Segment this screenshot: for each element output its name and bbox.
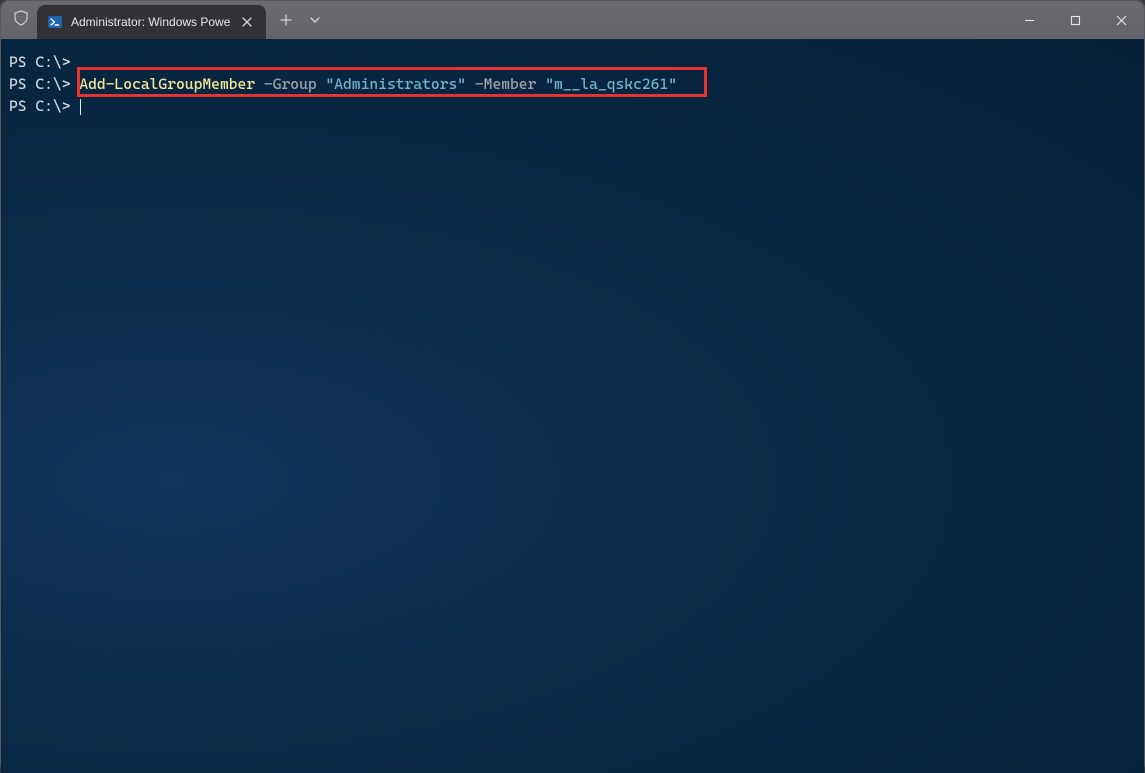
- ps-string: "Administrators": [325, 75, 466, 93]
- tab-dropdown-button[interactable]: [302, 11, 328, 29]
- ps-prompt: PS C:\>: [9, 53, 71, 71]
- tab-actions: [266, 1, 328, 39]
- titlebar: Administrator: Windows Powe: [1, 1, 1144, 39]
- close-window-button[interactable]: [1098, 1, 1144, 39]
- tab-powershell[interactable]: Administrator: Windows Powe: [37, 5, 266, 39]
- ps-param: -Group: [264, 75, 317, 93]
- maximize-button[interactable]: [1052, 1, 1098, 39]
- ps-prompt: PS C:\>: [9, 75, 71, 93]
- tab-title: Administrator: Windows Powe: [71, 15, 230, 29]
- ps-prompt: PS C:\>: [9, 97, 71, 115]
- minimize-button[interactable]: [1006, 1, 1052, 39]
- new-tab-button[interactable]: [272, 10, 300, 30]
- titlebar-drag-region[interactable]: [328, 1, 1006, 39]
- ps-param: -Member: [475, 75, 537, 93]
- terminal-line: PS C:\>: [9, 51, 1136, 73]
- window-controls: [1006, 1, 1144, 39]
- uac-shield-icon: [13, 10, 29, 31]
- powershell-icon: [47, 14, 63, 30]
- terminal-surface[interactable]: PS C:\> PS C:\> Add-LocalGroupMember -Gr…: [1, 39, 1144, 773]
- uac-shield-area: [1, 1, 37, 39]
- terminal-line: PS C:\>: [9, 95, 1136, 117]
- text-cursor: [80, 99, 81, 115]
- tab-close-button[interactable]: [238, 13, 256, 32]
- ps-string: "m__la_qskc261": [545, 75, 677, 93]
- terminal-line: PS C:\> Add-LocalGroupMember -Group "Adm…: [9, 73, 1136, 95]
- ps-cmdlet: Add-LocalGroupMember: [79, 75, 255, 93]
